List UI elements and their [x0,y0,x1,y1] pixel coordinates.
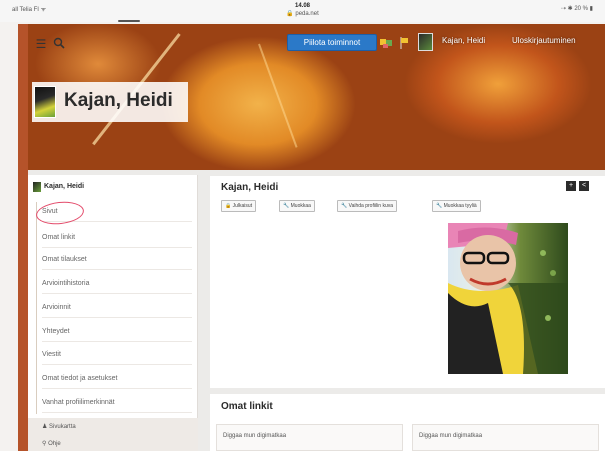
edit-style-button[interactable]: 🔧 Muokkaa tyyliä [432,200,481,212]
sidebar-item-arviointihistoria[interactable]: Arviointihistoria [42,274,192,294]
sidebar-user[interactable]: Kajan, Heidi [44,183,84,190]
sidebar-item-yhteydet[interactable]: Yhteydet [42,322,192,342]
change-profile-picture-button[interactable]: 🔧 Vaihda profiilin kuva [337,200,398,212]
edit-button[interactable]: 🔧 Muokkaa [279,200,315,212]
profile-photo [448,223,568,374]
nav-divider [36,202,37,414]
hide-functions-button[interactable]: Piilota toiminnot [287,34,377,51]
url-label: 🔒 peda.net [286,11,319,17]
sidebar-item-vanhat-profiilimerkinnat[interactable]: Vanhat profiilimerkinnät [42,393,192,413]
clock: 14.08 [294,3,310,9]
logout-link[interactable]: Uloskirjautuminen [512,36,576,45]
leaf-decoration [258,43,298,148]
search-icon[interactable] [51,37,67,51]
profile-avatar [34,86,56,118]
sidebar-item-arvioinnit[interactable]: Arvioinnit [42,298,192,318]
link-card[interactable]: Diggaa mun digimatkaa [412,424,599,451]
help-link[interactable]: ⚲ Ohje [42,440,61,447]
page-title: Kajan, Heidi [221,182,279,193]
wrench-icon: 🔧 [283,203,291,209]
status-bar: all Telia FI ᯤ 14.08 🔒 peda.net ⇢ ✱ 20 %… [0,0,605,22]
multitask-handle [118,20,140,22]
avatar[interactable] [418,33,433,51]
sidebar-item-omat-tiedot[interactable]: Omat tiedot ja asetukset [42,369,192,389]
flag-icon[interactable] [400,36,410,49]
sidebar-avatar [33,182,41,192]
menu-icon[interactable]: ☰ [33,37,49,51]
left-accent-bar [18,24,28,451]
sidebar-item-omat-linkit[interactable]: Omat linkit [42,228,192,248]
share-icon[interactable]: < [579,181,589,191]
wrench-icon: 🔧 [341,203,349,209]
wrench-icon: 🔧 [436,203,444,209]
sitemap-icon: ♟ [42,424,50,430]
sidebar-item-viestit[interactable]: Viestit [42,345,192,365]
sidebar-item-omat-tilaukset[interactable]: Omat tilaukset [42,250,192,270]
lock-icon: 🔒 [225,203,233,209]
section-title: Omat linkit [221,401,273,412]
publications-button[interactable]: 🔒 Julkaisut [221,200,257,212]
status-center: 14.08 🔒 peda.net [0,2,605,18]
add-icon[interactable]: + [566,181,576,191]
user-link[interactable]: Kajan, Heidi [442,36,485,45]
battery-status: ⇢ ✱ 20 % ▮ [560,6,593,12]
profile-name: Kajan, Heidi [64,90,173,111]
puzzle-icon[interactable] [380,36,392,48]
link-card[interactable]: Diggaa mun digimatkaa [216,424,403,451]
sitemap-link[interactable]: ♟ Sivukartta [42,423,76,430]
